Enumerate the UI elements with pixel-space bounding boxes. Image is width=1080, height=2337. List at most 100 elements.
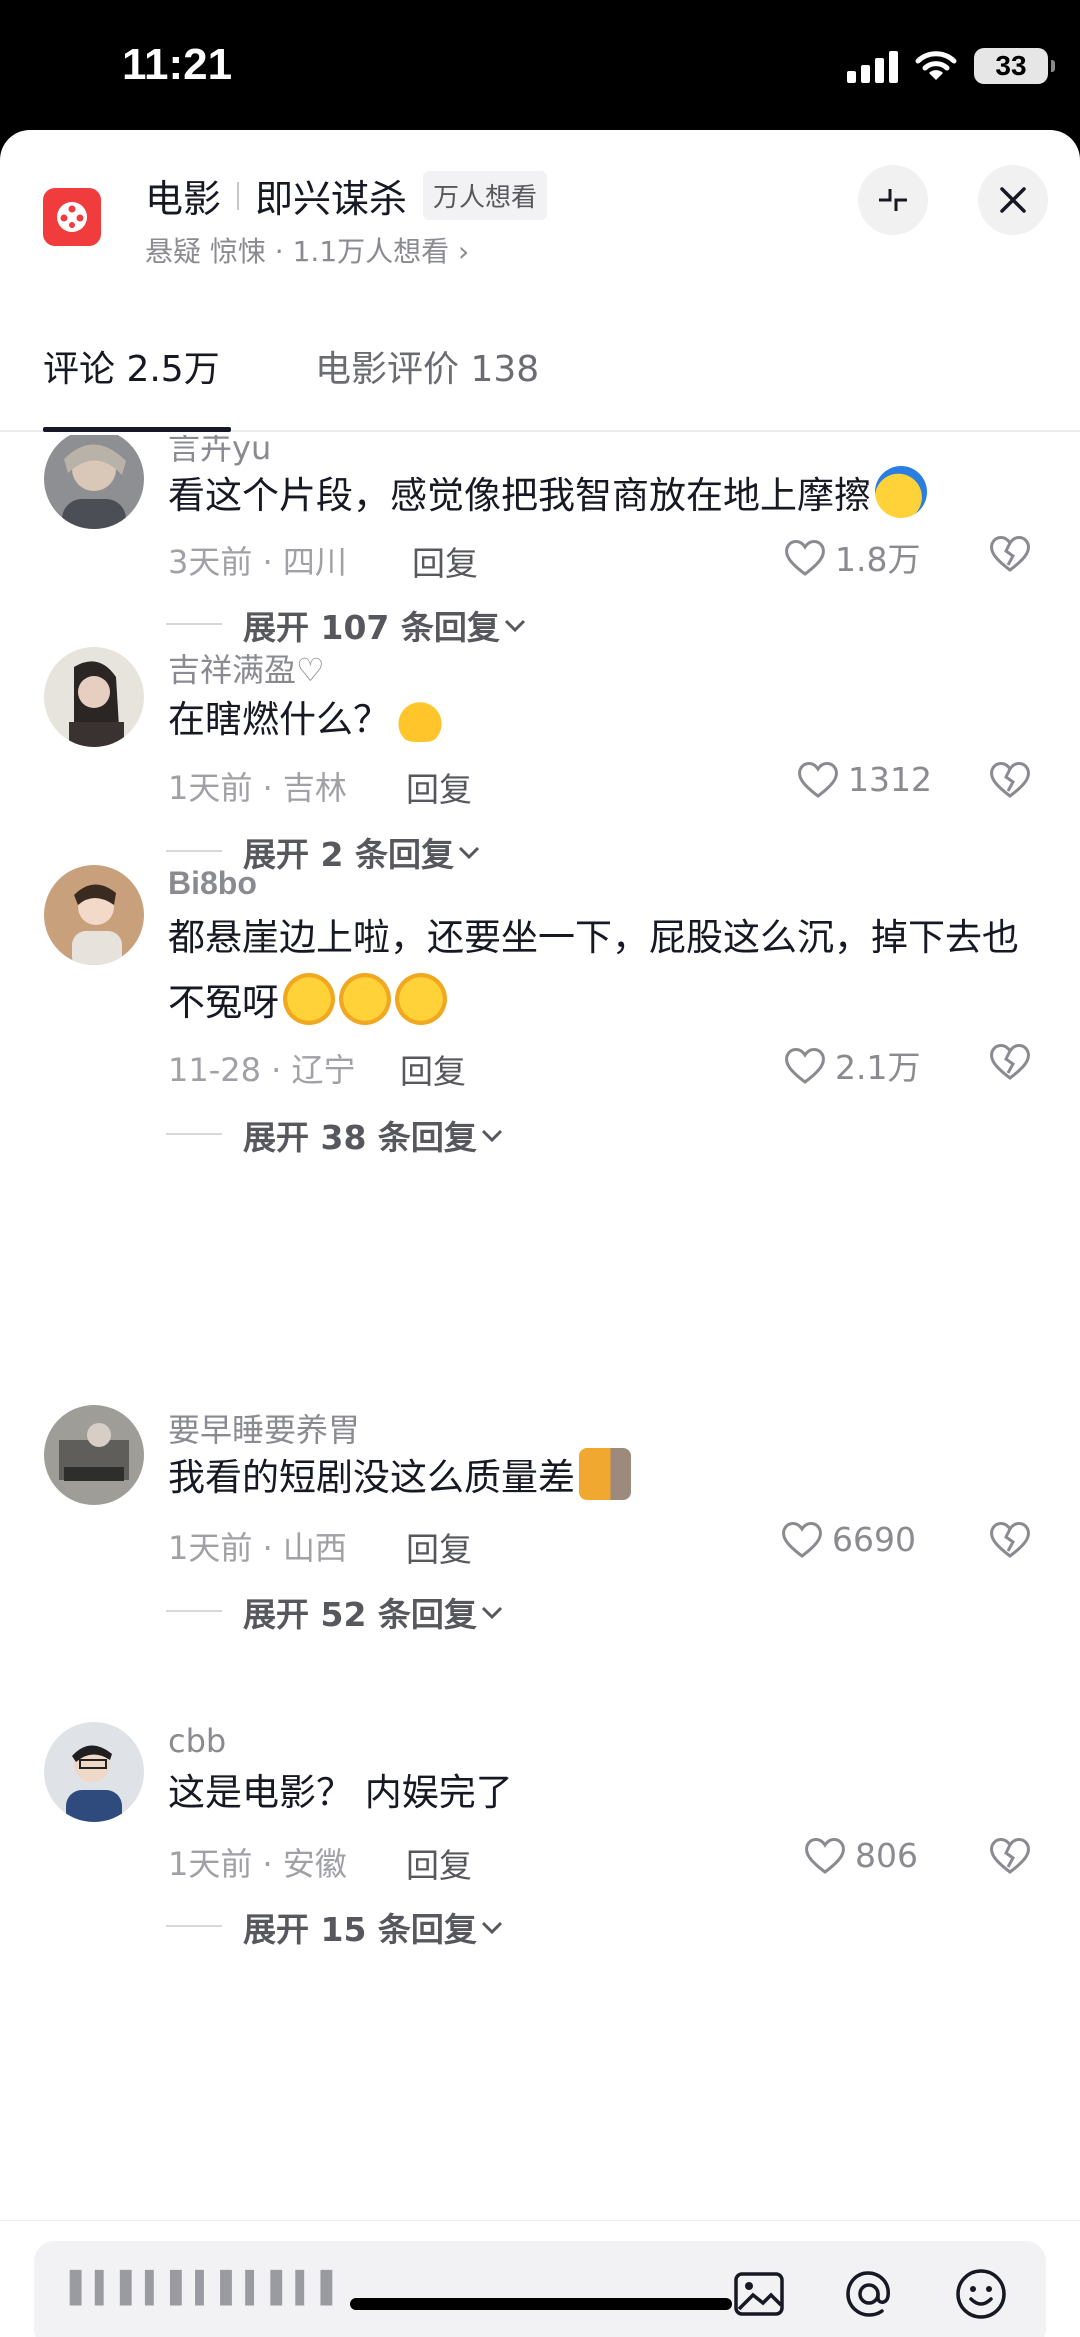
emoji-button[interactable] [952,2265,1010,2323]
expand-label: 展开 52 条回复 [243,1595,477,1634]
at-icon [846,2271,890,2317]
signal-icon [847,49,898,83]
heart-icon [782,1522,822,1558]
comment-text: 这是电影？ 内娱完了 [168,1771,513,1814]
home-indicator [350,2298,732,2310]
status-bar: 11:21 33 [0,0,1080,130]
expand-replies-button[interactable]: 展开 15 条回复 [243,1903,507,1951]
expand-replies-button[interactable]: 展开 2 条回复 [243,828,484,876]
like-button[interactable]: 6690 [780,1519,916,1559]
dislike-button[interactable] [988,1519,1032,1563]
comment-input[interactable]: ▌▍▌▍▌▍▌▍▌▍▌ [34,2241,1046,2337]
comment-meta: 1天前 · 吉林 [168,769,347,807]
expand-divider [166,623,222,625]
emoji-smile-icon [956,2269,1006,2319]
avatar[interactable] [44,435,144,529]
chevron-down-icon [458,846,480,860]
like-count: 6690 [832,1519,916,1559]
movie-app-icon [43,188,101,246]
wifi-icon [915,51,957,80]
like-button[interactable]: 1312 [796,759,932,799]
expand-label: 展开 2 条回复 [243,835,454,874]
expand-label: 展开 107 条回复 [243,608,500,647]
broken-heart-icon [990,1044,1030,1080]
avatar[interactable] [44,865,144,965]
dislike-button[interactable] [988,1835,1032,1879]
movie-subtitle[interactable]: 悬疑 惊悚 · 1.1万人想看 › [145,230,469,270]
movie-header[interactable]: 电影 即兴谋杀 万人想看 悬疑 惊悚 · 1.1万人想看 › [0,130,1080,280]
status-icons: 33 [847,48,1055,84]
tab-bar: 评论 2.5万 电影评价 138 [0,320,1080,432]
comment-meta: 1天前 · 安徽 [168,1845,347,1883]
avatar[interactable] [44,1405,144,1505]
comment-text: 在瞎燃什么？ [168,687,1038,752]
comment-text: 看这个片段，感觉像把我智商放在地上摩擦 [168,463,1038,528]
expand-replies-button[interactable]: 展开 52 条回复 [243,1588,507,1636]
broken-heart-icon [990,1838,1030,1874]
expand-replies-button[interactable]: 展开 38 条回复 [243,1111,507,1159]
tab-comments[interactable]: 评论 2.5万 [43,340,220,392]
expand-divider [166,1925,222,1927]
movie-title-row: 电影 即兴谋杀 万人想看 [145,168,548,223]
battery-icon: 33 [974,48,1055,84]
comment-meta: 1天前 · 山西 [168,1529,347,1567]
expand-divider [166,1610,222,1612]
like-count: 1312 [848,759,932,799]
movie-title: 即兴谋杀 [255,177,408,221]
like-button[interactable]: 806 [803,1835,918,1875]
avatar[interactable] [44,1722,144,1822]
heart-icon [785,540,825,576]
like-button[interactable]: 2.1万 [783,1041,920,1089]
image-icon [734,2272,784,2316]
chevron-down-icon [504,619,525,633]
emoji-icon [395,973,447,1025]
comment-meta: 3天前 · 四川 [168,543,347,581]
like-count: 806 [855,1835,918,1875]
reply-button[interactable]: 回复 [406,1839,472,1887]
reply-button[interactable]: 回复 [406,763,472,811]
tab-reviews[interactable]: 电影评价 138 [315,340,539,392]
reply-button[interactable]: 回复 [400,1045,466,1093]
collapse-button[interactable] [858,165,928,235]
expand-replies-button[interactable]: 展开 107 条回复 [243,601,530,649]
close-button[interactable] [978,165,1048,235]
dislike-button[interactable] [988,759,1032,803]
emoji-icon [339,973,391,1025]
reply-button[interactable]: 回复 [406,1523,472,1571]
avatar[interactable] [44,647,144,747]
mention-button[interactable] [840,2265,898,2323]
like-count: 2.1万 [835,1048,921,1087]
reply-button[interactable]: 回复 [412,537,478,585]
movie-category: 电影 [145,177,222,221]
chevron-down-icon [481,1129,502,1143]
heart-icon [798,762,838,798]
chevron-down-icon [481,1921,502,1935]
comment-text-content: 在瞎燃什么？ [168,698,390,741]
comment-username[interactable]: cbb [168,1722,226,1760]
image-button[interactable] [730,2265,788,2323]
comment-list[interactable]: 言卉yu 看这个片段，感觉像把我智商放在地上摩擦 3天前 · 四川 回复 1.8… [0,435,1080,2220]
like-count: 1.8万 [835,540,921,579]
comment-username[interactable]: 吉祥满盈♡ [168,645,325,691]
like-button[interactable]: 1.8万 [783,533,920,581]
comment-text-content: 看这个片段，感觉像把我智商放在地上摩擦 [168,474,871,517]
comment-meta: 11-28 · 辽宁 [168,1051,356,1089]
comment-input-bar: ▌▍▌▍▌▍▌▍▌▍▌ [0,2220,1080,2337]
title-divider [237,181,240,210]
comment-username[interactable]: Bi8bo [168,865,257,902]
comment-text: 我看的短剧没这么质量差 [168,1445,1038,1510]
expand-label: 展开 38 条回复 [243,1118,477,1157]
comment-text: 都悬崖边上啦，还要坐一下，屁股这么沉，掉下去也不冤呀 [168,905,1038,1035]
broken-heart-icon [990,762,1030,798]
input-placeholder: ▌▍▌▍▌▍▌▍▌▍▌ [70,2271,346,2306]
status-time: 11:21 [122,40,233,89]
heart-icon [805,1838,845,1874]
emoji-icon [394,690,446,742]
emoji-icon [579,1448,631,1500]
emoji-icon [875,466,927,518]
tab-underline [43,427,231,432]
collapse-icon [879,189,907,211]
dislike-button[interactable] [988,533,1032,577]
expand-divider [166,1133,222,1135]
dislike-button[interactable] [988,1041,1032,1085]
